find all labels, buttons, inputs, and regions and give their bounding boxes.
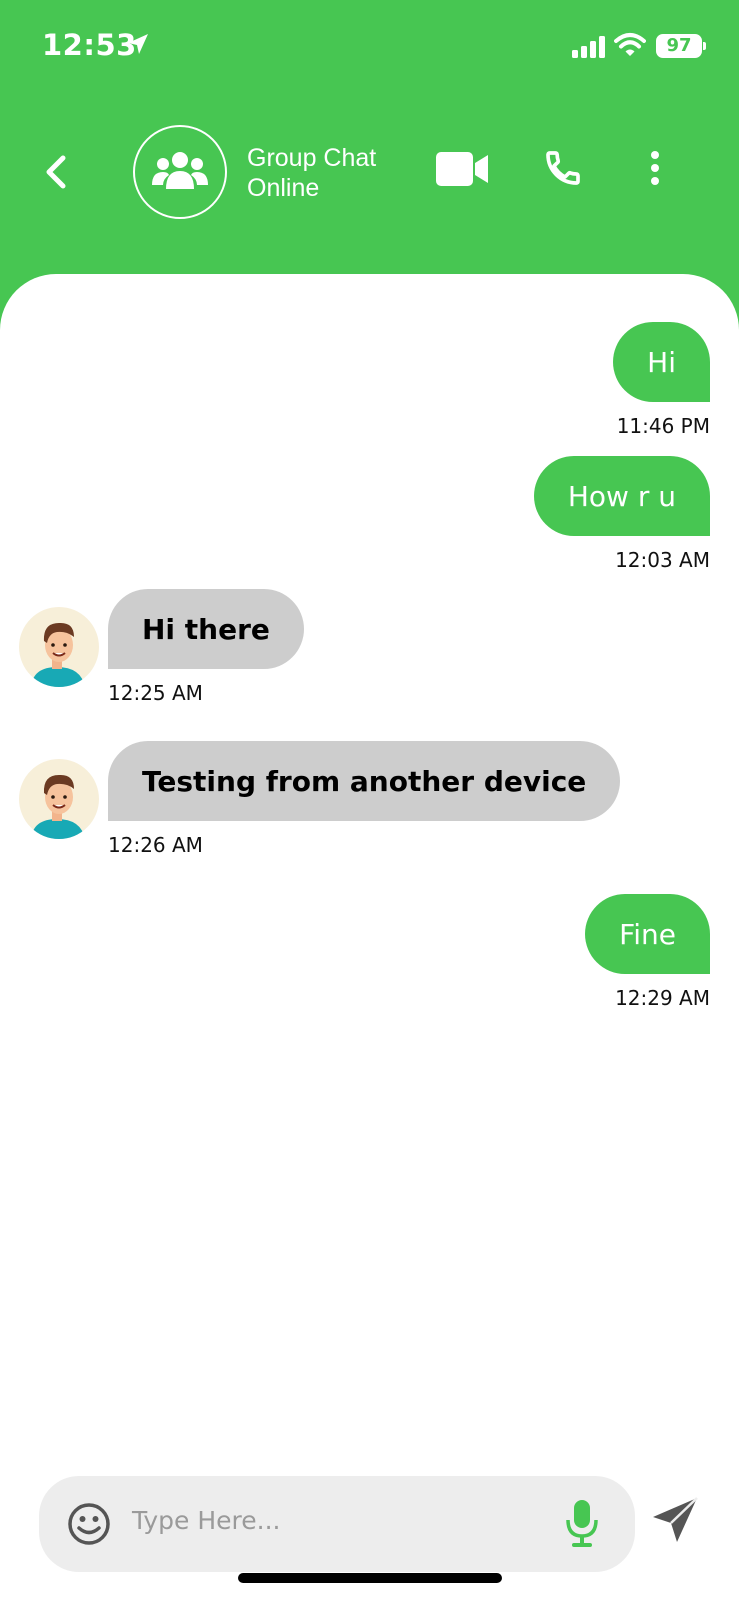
message-bubble-outgoing[interactable]: Hi (613, 322, 710, 402)
chat-title: Group Chat (247, 144, 377, 172)
message-text: How r u (567, 479, 676, 513)
more-vertical-icon[interactable] (648, 150, 662, 191)
message-text: Testing from another device (142, 764, 587, 798)
avatar[interactable] (19, 759, 99, 839)
chat-header: Group Chat Online (0, 100, 739, 275)
message-bubble-incoming[interactable]: Hi there (108, 589, 304, 669)
message-time: 12:26 AM (108, 833, 203, 857)
message-text: Hi (647, 345, 676, 379)
message-time: 12:29 AM (615, 986, 710, 1010)
battery-icon: 97 (656, 34, 706, 58)
avatar[interactable] (19, 607, 99, 687)
status-time: 12:53 (42, 28, 137, 62)
chat-status: Online (247, 174, 320, 202)
location-arrow-icon (126, 32, 150, 61)
video-call-icon[interactable] (436, 150, 490, 193)
send-icon[interactable] (651, 1496, 699, 1549)
message-bubble-incoming[interactable]: Testing from another device (108, 741, 621, 821)
chat-area: Hi 11:46 PM How r u 12:03 AM Hi there 12… (0, 274, 739, 1600)
signal-icon (572, 36, 606, 63)
message-text: Hi there (142, 612, 270, 646)
message-bubble-outgoing[interactable]: How r u (533, 456, 710, 536)
group-icon (151, 149, 209, 196)
back-chevron-icon[interactable] (36, 148, 76, 196)
message-time: 12:03 AM (615, 548, 710, 572)
message-input-bar[interactable]: Type Here... (39, 1476, 635, 1572)
message-bubble-outgoing[interactable]: Fine (585, 894, 710, 974)
message-text: Fine (619, 917, 676, 951)
message-input[interactable]: Type Here... (132, 1506, 281, 1535)
status-bar: 12:53 97 (0, 0, 739, 100)
microphone-icon[interactable] (565, 1498, 599, 1553)
message-time: 12:25 AM (108, 681, 203, 705)
message-time: 11:46 PM (616, 414, 710, 438)
wifi-icon (614, 32, 646, 63)
home-indicator (238, 1573, 502, 1583)
group-avatar[interactable] (133, 125, 227, 219)
phone-icon[interactable] (543, 148, 583, 193)
emoji-icon[interactable] (67, 1502, 111, 1551)
